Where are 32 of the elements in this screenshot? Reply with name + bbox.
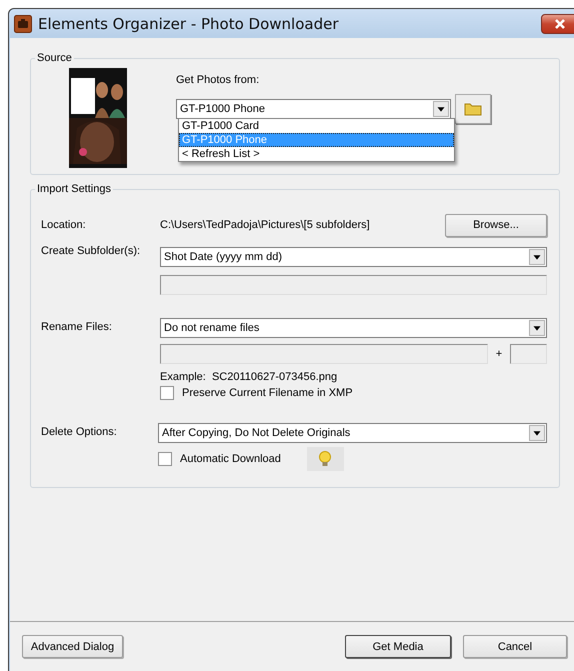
field-label: Rename Files:	[41, 321, 113, 333]
example-text: Example: SC20110627-073456.png	[160, 371, 338, 383]
subfolder-dropdown[interactable]: Shot Date (yyyy mm dd)	[160, 247, 547, 267]
browse-button[interactable]: Browse...	[445, 214, 547, 236]
plus-sign: +	[494, 348, 504, 360]
field-label: Create Subfolder(s):	[41, 245, 142, 257]
dialog-button[interactable]: Get Media	[345, 635, 451, 658]
window-title: Elements Organizer - Photo Downloader	[38, 14, 340, 32]
delete-options-dropdown[interactable]: After Copying, Do Not Delete Originals	[158, 423, 547, 443]
checkbox-label: Preserve Current Filename in XMP	[182, 387, 353, 399]
field-label: Get Photos from:	[176, 74, 260, 86]
dialog-button[interactable]: Cancel	[463, 635, 567, 658]
dropdown-option[interactable]: < Refresh List >	[179, 147, 454, 161]
field-label: Delete Options:	[41, 426, 118, 438]
checkbox[interactable]	[160, 386, 174, 400]
close-button[interactable]	[541, 14, 574, 34]
location-path: C:\Users\TedPadoja\Pictures\[5 subfolders]	[160, 219, 370, 231]
folder-icon	[464, 102, 482, 116]
tip-button[interactable]	[306, 447, 344, 471]
close-icon	[554, 18, 566, 30]
dialog-button[interactable]: Advanced Dialog	[22, 635, 123, 658]
field-label: Location:	[41, 219, 86, 231]
source-dropdown[interactable]: GT-P1000 Phone	[176, 99, 451, 119]
group-label: Import Settings	[36, 183, 112, 195]
app-icon	[14, 14, 32, 32]
lightbulb-icon	[318, 451, 332, 467]
rename-dropdown[interactable]: Do not rename files	[160, 318, 547, 338]
checkbox-label: Automatic Download	[180, 453, 281, 465]
dropdown-option[interactable]: GT-P1000 Card	[179, 119, 454, 133]
browse-folder-button[interactable]	[455, 94, 491, 124]
group-label: Source	[36, 52, 73, 64]
checkbox[interactable]	[158, 452, 172, 466]
